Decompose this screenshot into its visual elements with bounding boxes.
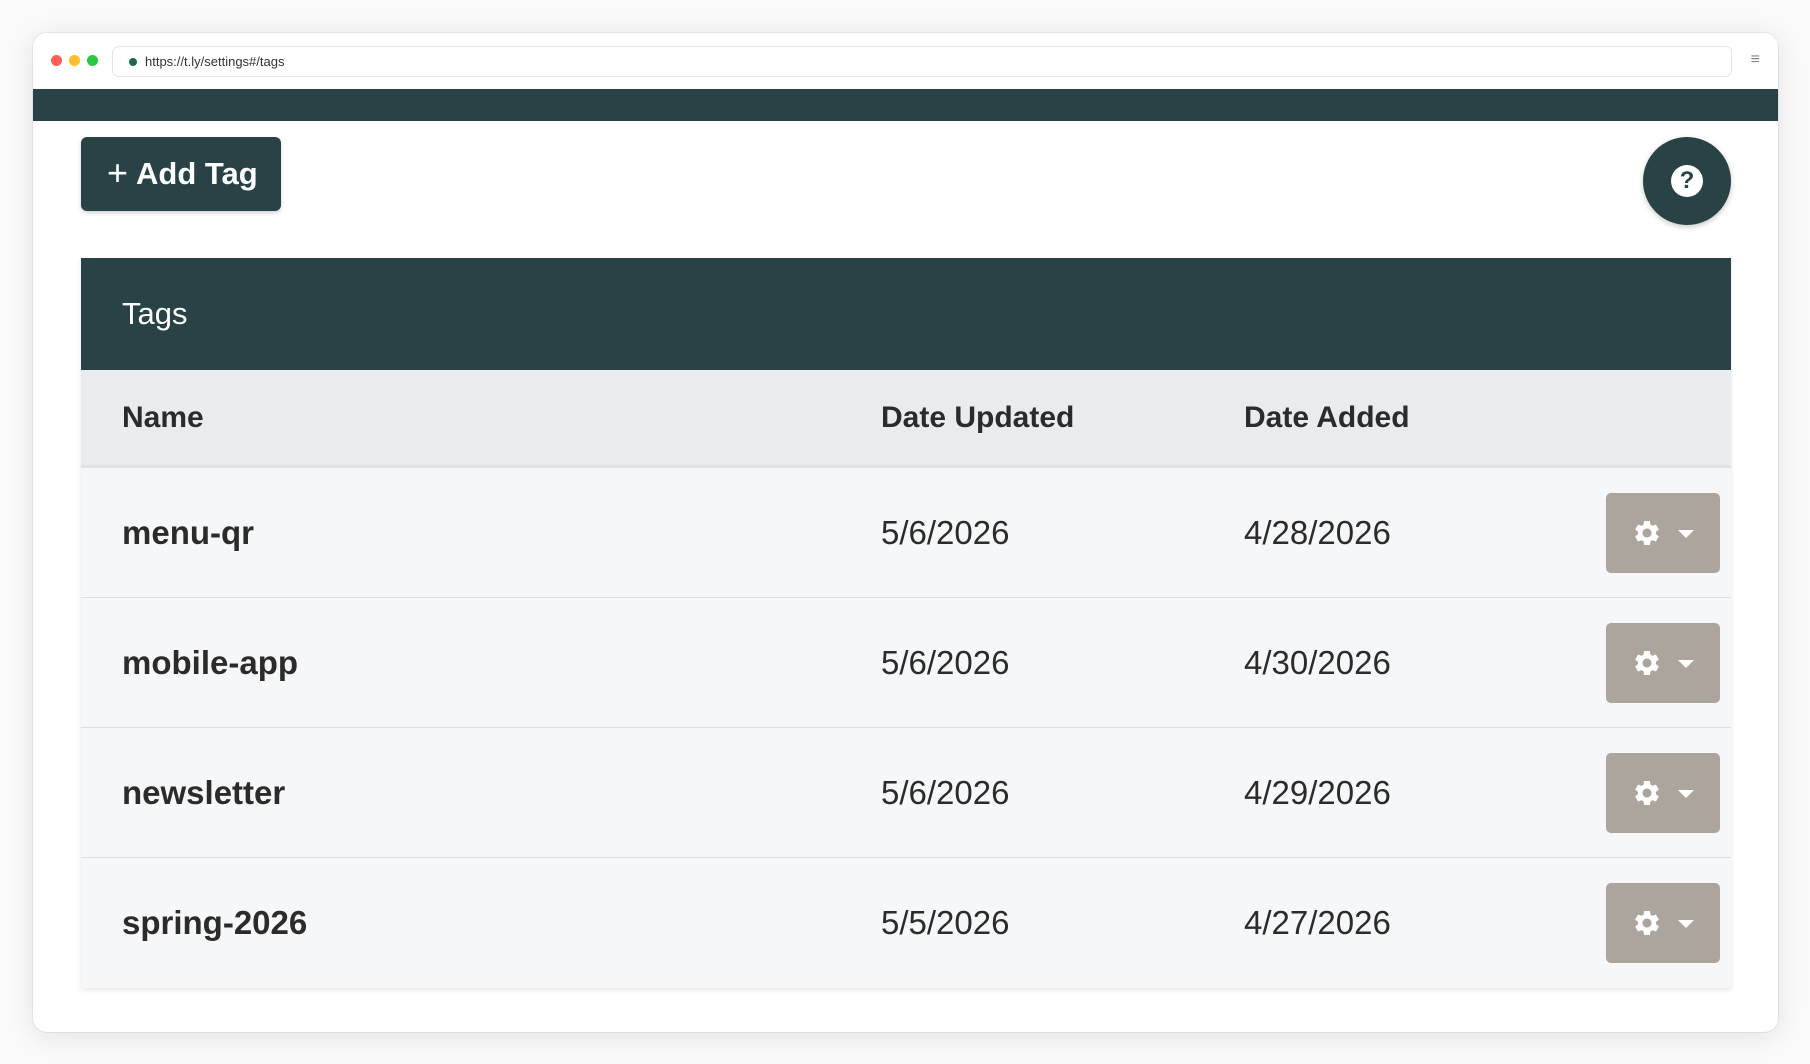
- tag-date-updated: 5/6/2026: [881, 643, 1010, 681]
- tag-actions-button[interactable]: [1606, 493, 1720, 573]
- browser-window: https://t.ly/settings#/tags ≡ + Add Tag …: [33, 33, 1778, 1032]
- tag-date-added: 4/30/2026: [1244, 643, 1391, 681]
- tag-name: newsletter: [122, 773, 286, 811]
- question-icon: ?: [1671, 165, 1703, 197]
- gear-icon: [1635, 911, 1659, 935]
- app-top-bar: [33, 89, 1778, 121]
- tag-date-updated: 5/6/2026: [881, 513, 1010, 551]
- browser-chrome: https://t.ly/settings#/tags ≡: [33, 33, 1778, 89]
- table-header: Name Date Updated Date Added: [81, 370, 1731, 468]
- add-tag-label: Add Tag: [136, 156, 258, 191]
- tag-actions-button[interactable]: [1606, 883, 1720, 963]
- gear-icon: [1635, 781, 1659, 805]
- tags-card-title: Tags: [81, 258, 1731, 370]
- gear-icon: [1635, 521, 1659, 545]
- tag-name: mobile-app: [122, 643, 299, 681]
- tag-name: menu-qr: [122, 513, 254, 551]
- tag-date-added: 4/27/2026: [1244, 904, 1391, 941]
- minimize-window-icon[interactable]: [69, 55, 80, 66]
- column-header-date-updated: Date Updated: [881, 400, 1075, 434]
- caret-down-icon: [1678, 790, 1694, 798]
- tag-date-updated: 5/6/2026: [881, 773, 1010, 811]
- caret-down-icon: [1678, 530, 1694, 538]
- maximize-window-icon[interactable]: [87, 55, 98, 66]
- address-url[interactable]: https://t.ly/settings#/tags: [145, 47, 284, 76]
- add-tag-button[interactable]: + Add Tag: [81, 137, 281, 211]
- table-row: mobile-app 5/6/2026 4/30/2026: [81, 598, 1731, 728]
- tag-date-updated: 5/5/2026: [881, 904, 1010, 941]
- secure-dot-icon: [129, 58, 137, 66]
- column-header-name: Name: [122, 400, 204, 434]
- browser-menu-icon[interactable]: ≡: [1751, 50, 1760, 70]
- tags-card: Tags Name Date Updated Date Added menu-q…: [81, 258, 1731, 988]
- table-row: menu-qr 5/6/2026 4/28/2026: [81, 468, 1731, 598]
- caret-down-icon: [1678, 660, 1694, 668]
- tag-name: spring-2026: [122, 904, 308, 941]
- column-header-date-added: Date Added: [1244, 400, 1410, 434]
- caret-down-icon: [1678, 920, 1694, 928]
- close-window-icon[interactable]: [51, 55, 62, 66]
- tag-date-added: 4/29/2026: [1244, 773, 1391, 811]
- tag-actions-button[interactable]: [1606, 753, 1720, 833]
- table-row: newsletter 5/6/2026 4/29/2026: [81, 728, 1731, 858]
- address-bar[interactable]: https://t.ly/settings#/tags: [112, 46, 1732, 77]
- table-row: spring-2026 5/5/2026 4/27/2026: [81, 858, 1731, 988]
- tag-date-added: 4/28/2026: [1244, 513, 1391, 551]
- gear-icon: [1635, 651, 1659, 675]
- plus-icon: +: [107, 151, 129, 193]
- help-button[interactable]: ?: [1643, 137, 1731, 225]
- tag-actions-button[interactable]: [1606, 623, 1720, 703]
